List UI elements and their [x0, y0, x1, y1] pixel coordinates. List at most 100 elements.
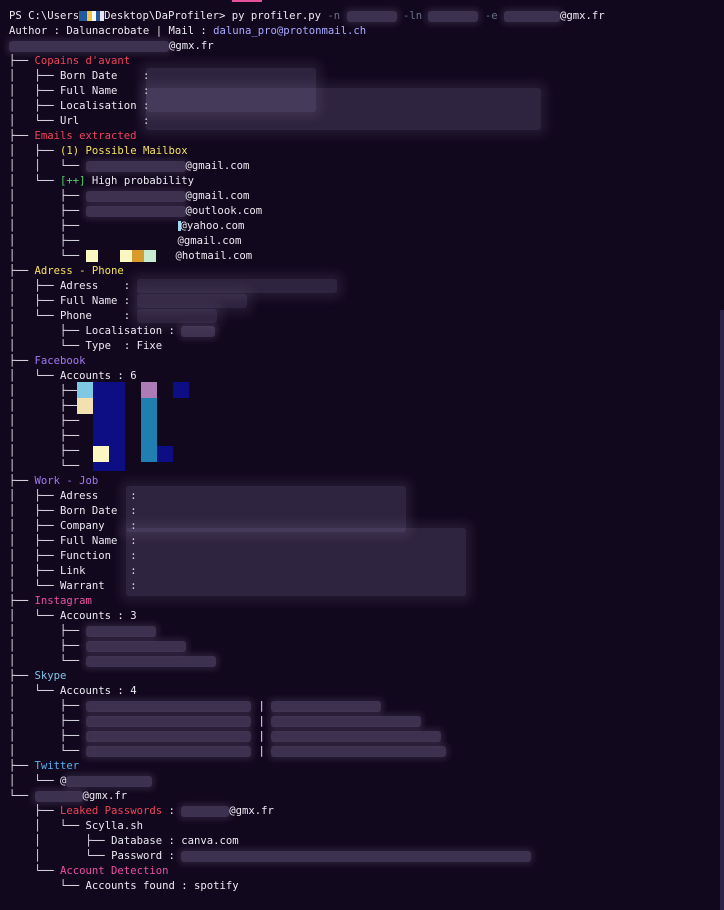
redacted-value	[131, 250, 144, 262]
probability-mark: [++]	[60, 175, 86, 187]
field-label: Born Date :	[60, 70, 150, 82]
tree-row: │ └── @hotmail.com	[9, 250, 253, 262]
section-title: Instagram	[34, 595, 92, 607]
redacted-value	[119, 250, 132, 262]
redacted-value	[85, 250, 98, 262]
email-suffix: @gmx.fr	[82, 790, 128, 802]
redacted-value	[85, 700, 251, 712]
email-suffix: @gmx.fr	[560, 10, 605, 22]
database-label: Database :	[111, 835, 182, 847]
tree-row: │ └──	[9, 654, 724, 669]
prompt-prefix: PS C:\Users	[9, 10, 80, 22]
tree-row: │ ├── |	[9, 729, 724, 744]
redacted-link	[141, 382, 157, 398]
accounts-count: Accounts : 6	[60, 370, 137, 382]
redacted-avatar	[77, 382, 93, 398]
author-mail: daluna_pro@protonmail.ch	[213, 25, 367, 37]
flag-email: -e	[484, 10, 498, 22]
possible-mailbox: (1) Possible Mailbox	[60, 145, 188, 157]
redacted-value	[181, 325, 216, 337]
command-text: py profiler.py	[231, 10, 328, 22]
redacted-value	[85, 745, 251, 757]
section-title: Skype	[34, 670, 67, 682]
active-tab-indicator	[232, 0, 262, 2]
tree-row: │ ├── Full Name :	[9, 294, 724, 309]
email-domain: @hotmail.com	[175, 250, 253, 262]
section-title: Copains d'avant	[34, 55, 131, 67]
section-title: Twitter	[34, 760, 80, 772]
redacted-value	[271, 715, 422, 727]
tree-row: │ │ └── @gmail.com	[9, 160, 250, 172]
redacted-value	[136, 279, 337, 293]
redacted-value	[66, 775, 153, 787]
redacted-value	[85, 730, 251, 742]
section-skype: ├── Skype	[9, 670, 67, 682]
redacted-username	[79, 11, 88, 21]
prompt-path: Desktop\DaProfiler>	[104, 10, 232, 22]
tree-row: │ ├── @yahoo.com	[9, 220, 245, 232]
tree-row: │ └── Scylla.sh	[9, 820, 143, 832]
tree-row: │ ├── (1) Possible Mailbox	[9, 145, 188, 157]
redacted-value	[181, 805, 230, 817]
redacted-link	[157, 446, 173, 462]
command-line[interactable]: PS C:\Users Desktop\DaProfiler> py profil…	[9, 9, 724, 24]
redacted-value	[504, 10, 561, 22]
secondary-email: └── @gmx.fr	[9, 790, 128, 802]
section-copains: ├── Copains d'avant	[9, 55, 131, 67]
field-label: Adress :	[60, 280, 131, 292]
redacted-value	[85, 715, 251, 727]
email-domain: @outlook.com	[185, 205, 263, 217]
section-facebook: ├── Facebook	[9, 355, 86, 367]
author-text: Author : Dalunacrobate | Mail :	[9, 25, 214, 37]
section-title: Facebook	[34, 355, 86, 367]
author-line: Author : Dalunacrobate | Mail : daluna_p…	[9, 24, 724, 39]
redacted-value	[136, 309, 217, 323]
tree-row: │ ├── @outlook.com	[9, 205, 263, 217]
tree-row: │ ├── |	[9, 714, 724, 729]
section-title: Emails extracted	[34, 130, 137, 142]
redacted-value	[136, 294, 247, 308]
password-label: Password :	[111, 850, 182, 862]
tree-row: │ ├── Database : canva.com	[9, 835, 239, 847]
root-email-suffix: @gmx.fr	[169, 40, 214, 52]
redacted-value	[9, 40, 169, 52]
tree-row: │ └── @	[9, 774, 724, 789]
email-domain: @gmail.com	[177, 235, 242, 247]
tree-row: │ └── |	[9, 744, 724, 759]
field-label: Localisation :	[85, 325, 175, 337]
section-instagram: ├── Instagram	[9, 595, 92, 607]
accounts-found: Accounts found : spotify	[85, 880, 239, 892]
tree-row: │ └── Type : Fixe	[9, 340, 163, 352]
redacted-value	[126, 528, 466, 596]
accounts-count: Accounts : 3	[60, 610, 137, 622]
tree-row: │ └── [++] High probability	[9, 175, 194, 187]
field-label: Full Name :	[60, 295, 131, 307]
redacted-value	[271, 700, 382, 712]
redacted-value	[85, 625, 156, 637]
flag-lastname: -ln	[402, 10, 423, 22]
section-title: Adress - Phone	[34, 265, 124, 277]
section-twitter: ├── Twitter	[9, 760, 80, 772]
section-title: Work - Job	[34, 475, 99, 487]
tree-row: │ └── Accounts : 3	[9, 610, 137, 622]
root-email: @gmx.fr	[9, 39, 724, 54]
email-suffix: @gmx.fr	[229, 805, 274, 817]
tree-row: │ └── Phone :	[9, 309, 724, 324]
terminal-window: PS C:\Users Desktop\DaProfiler> py profil…	[0, 0, 724, 910]
redacted-value	[428, 10, 479, 22]
redacted-value	[85, 190, 186, 202]
redacted-value	[271, 745, 447, 757]
section-title: Leaked Passwords	[60, 805, 163, 817]
tree-row: │ └── Password :	[9, 849, 724, 864]
redacted-value	[85, 160, 186, 172]
redacted-value	[34, 790, 83, 802]
redacted-value	[146, 88, 541, 130]
redacted-value	[85, 205, 186, 217]
field-label: Phone :	[60, 310, 131, 322]
section-emails: ├── Emails extracted	[9, 130, 137, 142]
tree-row: │ ├── Localisation :	[9, 324, 724, 339]
redacted-value	[126, 486, 406, 532]
field-label: Type : Fixe	[85, 340, 163, 352]
redacted-link	[141, 398, 157, 462]
tree-row: │ ├──	[9, 639, 724, 654]
